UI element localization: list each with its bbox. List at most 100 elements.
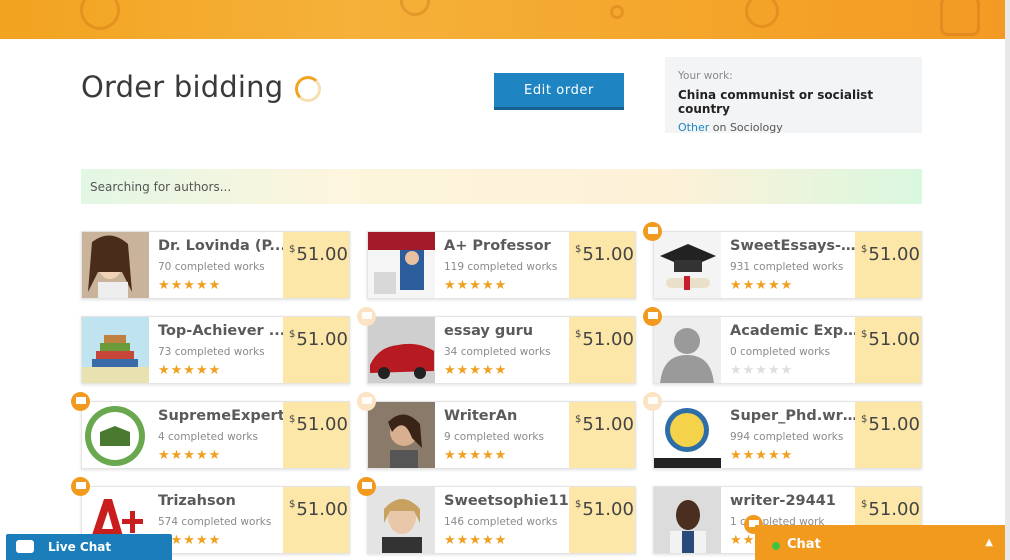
author-name[interactable]: SupremeExpert	[158, 408, 286, 424]
author-card[interactable]: Sweetsophie11 146 completed works ★★★★★ $51…	[367, 486, 636, 554]
top-banner	[0, 0, 1005, 39]
message-envelope-icon[interactable]	[357, 477, 376, 496]
completed-works: 931 completed works	[730, 261, 844, 273]
currency-symbol: $	[861, 244, 868, 255]
envelope-icon	[647, 312, 658, 319]
banner-decoration	[80, 0, 120, 30]
completed-works: 119 completed works	[444, 261, 558, 273]
currency-symbol: $	[289, 244, 296, 255]
author-card[interactable]: Super_Phd.wri... 994 completed works ★★★★★…	[653, 401, 922, 469]
bid-price[interactable]: $51.00	[283, 402, 349, 468]
message-envelope-icon[interactable]	[71, 477, 90, 496]
price-value: 51.00	[868, 329, 920, 350]
message-envelope-icon[interactable]	[71, 392, 90, 411]
completed-works: 574 completed works	[158, 516, 272, 528]
message-envelope-icon[interactable]	[643, 307, 662, 326]
chat-bubble-icon	[16, 540, 34, 553]
author-name[interactable]: essay guru	[444, 323, 572, 339]
completed-works: 994 completed works	[730, 431, 844, 443]
live-chat-button[interactable]: Live Chat	[6, 534, 172, 560]
price-value: 51.00	[582, 499, 634, 520]
author-avatar[interactable]	[368, 317, 435, 383]
completed-works: 0 completed works	[730, 346, 830, 358]
banner-decoration	[610, 5, 624, 19]
price-value: 51.00	[582, 414, 634, 435]
online-status-icon	[772, 542, 780, 550]
author-avatar[interactable]	[82, 317, 149, 383]
chat-widget[interactable]: Chat ▲	[755, 525, 1005, 560]
price-value: 51.00	[582, 329, 634, 350]
author-name[interactable]: Dr. Lovinda (P...	[158, 238, 286, 254]
completed-works: 146 completed works	[444, 516, 558, 528]
completed-works: 9 completed works	[444, 431, 544, 443]
bid-price[interactable]: $51.00	[569, 232, 635, 298]
author-card[interactable]: WriterAn 9 completed works ★★★★★ $51.00	[367, 401, 636, 469]
search-status-text: Searching for authors...	[90, 180, 232, 194]
author-card[interactable]: SupremeExpert 4 completed works ★★★★★ $51.0…	[81, 401, 350, 469]
envelope-icon	[361, 482, 372, 489]
currency-symbol: $	[289, 329, 296, 340]
message-envelope-icon[interactable]	[643, 222, 662, 241]
author-avatar[interactable]	[654, 232, 721, 298]
rating-stars: ★★★★★	[444, 363, 508, 378]
bid-price[interactable]: $51.00	[855, 317, 921, 383]
author-name[interactable]: A+ Professor	[444, 238, 572, 254]
author-name[interactable]: writer-29441	[730, 493, 858, 509]
author-name[interactable]: Sweetsophie11	[444, 493, 572, 509]
work-type-link[interactable]: Other	[678, 121, 709, 134]
rating-stars: ★★★★★	[158, 363, 222, 378]
author-name[interactable]: Trizahson	[158, 493, 286, 509]
author-card[interactable]: Top-Achiever ... 73 completed works ★★★★★ $…	[81, 316, 350, 384]
author-name[interactable]: WriterAn	[444, 408, 572, 424]
chevron-up-icon[interactable]: ▲	[985, 537, 993, 548]
author-card[interactable]: A+ Professor 119 completed works ★★★★★ $51.…	[367, 231, 636, 299]
author-avatar[interactable]	[82, 402, 149, 468]
author-avatar[interactable]	[368, 487, 435, 553]
currency-symbol: $	[575, 499, 582, 510]
your-work-label: Your work:	[678, 70, 733, 82]
message-envelope-icon[interactable]	[357, 307, 376, 326]
author-card[interactable]: essay guru 34 completed works ★★★★★ $51.00	[367, 316, 636, 384]
author-name[interactable]: SweetEssays-2...	[730, 238, 858, 254]
bid-price[interactable]: $51.00	[569, 402, 635, 468]
envelope-icon	[647, 227, 658, 234]
bid-price[interactable]: $51.00	[855, 402, 921, 468]
bid-price[interactable]: $51.00	[569, 487, 635, 553]
author-avatar[interactable]	[654, 317, 721, 383]
envelope-icon	[361, 397, 372, 404]
author-avatar[interactable]	[654, 487, 721, 553]
price-value: 51.00	[296, 414, 348, 435]
author-card[interactable]: Academic Exp... 0 completed works ★★★★★ $51…	[653, 316, 922, 384]
bid-price[interactable]: $51.00	[283, 232, 349, 298]
work-meta: Other on Sociology	[678, 121, 909, 134]
work-subject: Sociology	[729, 121, 783, 134]
author-name[interactable]: Super_Phd.wri...	[730, 408, 858, 424]
message-envelope-icon[interactable]	[357, 392, 376, 411]
author-avatar[interactable]	[368, 232, 435, 298]
edit-order-button[interactable]: Edit order	[494, 73, 624, 110]
bid-price[interactable]: $51.00	[283, 317, 349, 383]
rating-stars: ★★★★★	[730, 363, 794, 378]
bid-price[interactable]: $51.00	[569, 317, 635, 383]
author-card[interactable]: Dr. Lovinda (P... 70 completed works ★★★★★…	[81, 231, 350, 299]
price-value: 51.00	[868, 414, 920, 435]
message-envelope-icon[interactable]	[643, 392, 662, 411]
author-name[interactable]: Top-Achiever ...	[158, 323, 286, 339]
bid-price[interactable]: $51.00	[283, 487, 349, 553]
envelope-icon	[75, 482, 86, 489]
banner-decoration	[400, 0, 430, 16]
bid-price[interactable]: $51.00	[855, 232, 921, 298]
envelope-icon	[647, 397, 658, 404]
author-avatar[interactable]	[368, 402, 435, 468]
work-title: China communist or socialist country	[678, 88, 874, 116]
currency-symbol: $	[575, 329, 582, 340]
author-name[interactable]: Academic Exp...	[730, 323, 858, 339]
chat-label: Chat	[787, 537, 821, 552]
page-title: Order bidding	[81, 70, 284, 104]
price-value: 51.00	[296, 244, 348, 265]
author-avatar[interactable]	[654, 402, 721, 468]
rating-stars: ★★★★★	[158, 448, 222, 463]
author-avatar[interactable]	[82, 232, 149, 298]
scrollbar[interactable]	[1005, 0, 1010, 560]
author-card[interactable]: SweetEssays-2... 931 completed works ★★★★★…	[653, 231, 922, 299]
